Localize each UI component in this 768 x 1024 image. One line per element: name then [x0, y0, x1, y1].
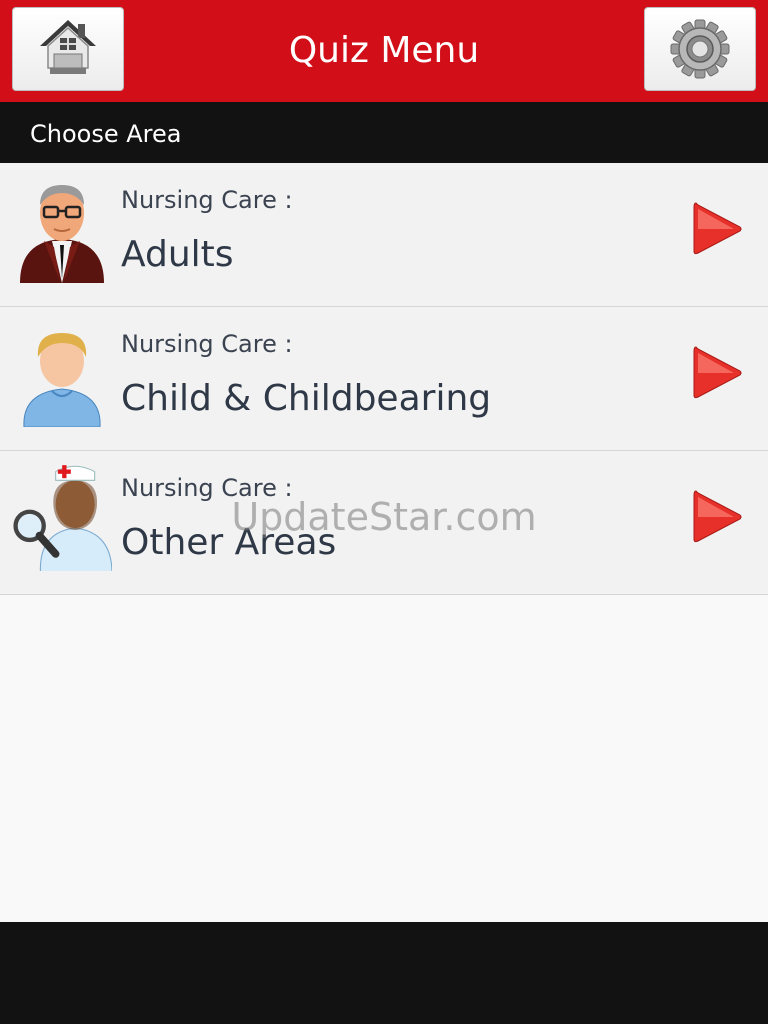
area-name: Child & Childbearing: [121, 378, 492, 419]
footer-bar: [0, 922, 768, 1024]
page-title: Quiz Menu: [288, 30, 480, 71]
gear-icon: [670, 19, 730, 79]
area-item-child-childbearing[interactable]: Nursing Care : Child & Childbearing: [0, 307, 768, 451]
section-label: Choose Area: [30, 120, 182, 148]
area-kicker: Nursing Care :: [121, 186, 293, 214]
watermark-text: UpdateStar.com: [231, 495, 537, 539]
play-arrow-icon[interactable]: [690, 343, 744, 403]
elderly-man-icon: [20, 185, 104, 283]
area-kicker: Nursing Care :: [121, 330, 293, 358]
home-icon: [40, 20, 96, 74]
child-icon: [23, 333, 101, 427]
play-arrow-icon[interactable]: [690, 199, 744, 259]
home-button[interactable]: [12, 7, 124, 91]
settings-button[interactable]: [644, 7, 756, 91]
area-item-adults[interactable]: Nursing Care : Adults: [0, 163, 768, 307]
app-header: Quiz Menu: [0, 0, 768, 102]
section-bar: Choose Area: [0, 102, 768, 163]
area-name: Adults: [121, 234, 234, 275]
